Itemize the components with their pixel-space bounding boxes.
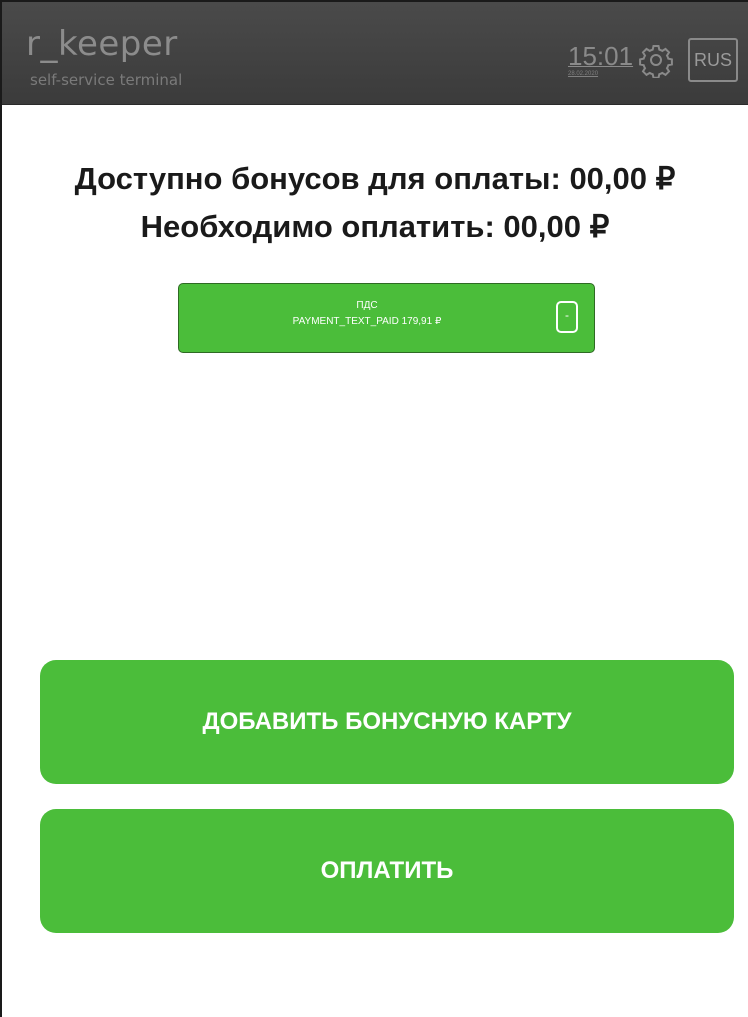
kiosk-screen: r_keeper self-service terminal 15:01 28.… xyxy=(0,0,748,1017)
clock-time: 15:01 xyxy=(568,41,634,71)
language-button[interactable]: RUS xyxy=(688,38,738,82)
payment-item: ПДС PAYMENT_TEXT_PAID 179,91 ₽ - xyxy=(178,283,595,353)
clock-date: 28.02.2020 xyxy=(568,71,599,77)
payment-item-text: ПДС PAYMENT_TEXT_PAID 179,91 ₽ xyxy=(179,298,555,330)
amount-due-text: Необходимо оплатить: 00,00 ₽ xyxy=(140,209,610,244)
top-bar: r_keeper self-service terminal 15:01 28.… xyxy=(2,2,748,105)
add-bonus-card-button[interactable]: ДОБАВИТЬ БОНУСНУЮ КАРТУ xyxy=(40,660,734,784)
available-bonuses-text: Доступно бонусов для оплаты: 00,00 ₽ xyxy=(74,161,676,196)
brand-subtitle: self-service terminal xyxy=(30,71,183,89)
pay-button[interactable]: ОПЛАТИТЬ xyxy=(40,809,734,933)
remove-payment-button[interactable]: - xyxy=(556,301,578,333)
payment-method-label: ПДС xyxy=(356,300,378,311)
gear-icon[interactable] xyxy=(638,42,674,79)
payment-paid-label: PAYMENT_TEXT_PAID 179,91 ₽ xyxy=(292,316,442,327)
brand-logo: r_keeper xyxy=(26,24,178,64)
